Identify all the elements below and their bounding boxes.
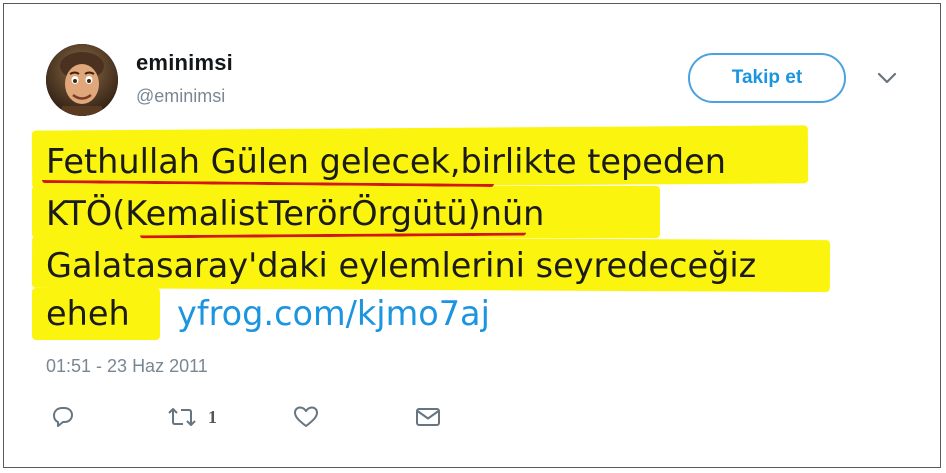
- tweet-text-line-1: Fethullah Gülen gelecek,birlikte tepeden: [46, 142, 727, 181]
- tweet-text-line-3: Galatasaray'daki eylemlerini seyredeceği…: [46, 246, 757, 285]
- follow-button[interactable]: Takip et: [688, 53, 846, 103]
- tweet-timestamp[interactable]: 01:51 - 23 Haz 2011: [46, 356, 208, 377]
- reply-button[interactable]: [50, 402, 76, 432]
- profile-avatar-icon: [46, 44, 118, 116]
- envelope-icon: [416, 408, 440, 426]
- more-options-button[interactable]: [872, 66, 902, 90]
- heart-icon: [294, 406, 318, 427]
- retweet-button[interactable]: 1: [166, 402, 217, 432]
- direct-message-button[interactable]: [414, 402, 442, 432]
- chevron-down-icon: [877, 72, 897, 84]
- tweet-text-line-4: eheh yfrog.com/kjmo7aj: [46, 297, 490, 331]
- user-handle[interactable]: @eminimsi: [136, 86, 225, 107]
- avatar[interactable]: [46, 44, 118, 116]
- tweet-text-eheh: eheh: [46, 294, 130, 333]
- reply-icon: [53, 407, 73, 427]
- tweet-text-line-2: KTÖ(KemalistTerörÖrgütü)nün: [46, 194, 545, 233]
- retweet-icon: [168, 408, 196, 426]
- like-button[interactable]: [292, 402, 320, 432]
- retweet-count: 1: [208, 406, 217, 427]
- display-name[interactable]: eminimsi: [136, 50, 233, 76]
- tweet-link[interactable]: yfrog.com/kjmo7aj: [177, 294, 490, 333]
